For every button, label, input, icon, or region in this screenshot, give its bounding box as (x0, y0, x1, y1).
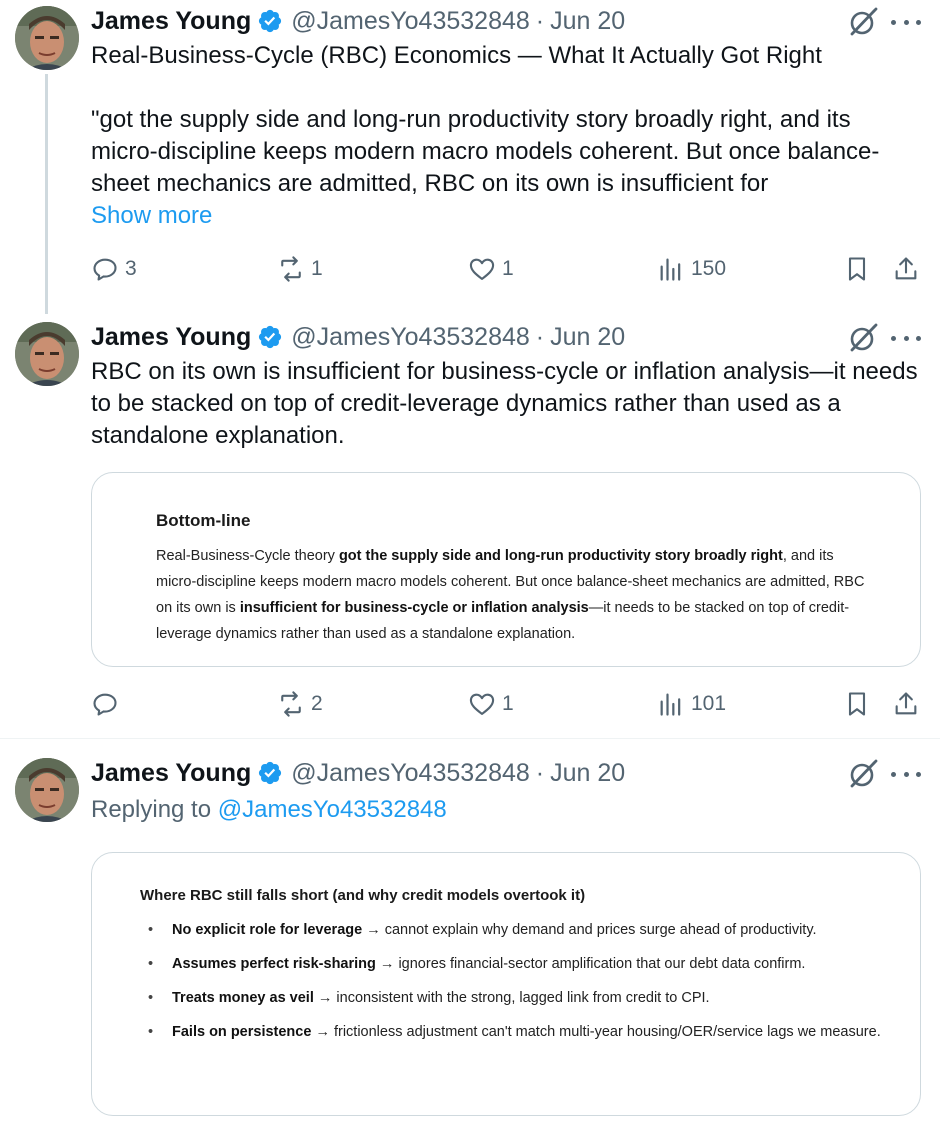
grok-icon[interactable] (847, 6, 879, 38)
share-button[interactable] (892, 688, 920, 720)
tweet-text-title: Real-Business-Cycle (RBC) Economics — Wh… (91, 42, 822, 69)
card-paragraph: Real-Business-Cycle theory got the suppl… (156, 543, 876, 647)
tweet-3[interactable]: James Young @JamesYo43532848 · Jun 20 Re… (0, 756, 940, 1130)
repost-button[interactable]: 1 (277, 253, 323, 285)
bullet-text: → inconsistent with the strong, lagged l… (313, 990, 710, 1006)
thread-line (45, 74, 48, 314)
more-options-icon[interactable] (891, 769, 921, 779)
card-bullet-list: No explicit role for leverage → cannot e… (140, 917, 920, 1053)
bullet-heading: Fails on persistence (172, 1024, 312, 1040)
reply-count: 3 (125, 257, 137, 280)
heart-icon (469, 258, 495, 280)
views-icon (660, 258, 681, 281)
card-text-segment-bold: insufficient for business-cycle or infla… (239, 600, 589, 616)
bullet-heading: Treats money as veil (172, 990, 314, 1006)
tweet-date[interactable]: Jun 20 (550, 323, 625, 352)
author-handle[interactable]: @JamesYo43532848 (291, 323, 530, 352)
tweet-header: James Young @JamesYo43532848 · Jun 20 (91, 6, 625, 36)
heart-icon (469, 693, 495, 715)
tweet-actions: 3 1 1 150 (91, 253, 921, 285)
image-card[interactable]: Bottom-line Real-Business-Cycle theory g… (91, 472, 921, 667)
bookmark-icon (848, 692, 866, 716)
separator-dot: · (535, 322, 545, 351)
repost-count: 1 (311, 257, 323, 280)
view-count: 101 (691, 692, 727, 715)
view-count: 150 (691, 257, 727, 280)
bullet-heading: Assumes perfect risk-sharing (172, 956, 376, 972)
image-card[interactable]: Where RBC still falls short (and why cre… (91, 852, 921, 1116)
avatar[interactable] (15, 6, 79, 70)
like-button[interactable]: 1 (468, 253, 514, 285)
avatar[interactable] (15, 758, 79, 822)
bookmark-icon (848, 257, 866, 281)
share-button[interactable] (892, 253, 920, 285)
tweet-header: James Young @JamesYo43532848 · Jun 20 (91, 758, 625, 788)
reply-icon (93, 258, 117, 281)
grok-icon[interactable] (847, 322, 879, 354)
separator-dot: · (535, 758, 545, 787)
views-button[interactable]: 101 (657, 688, 726, 720)
replying-to-handle[interactable]: @JamesYo43532848 (218, 796, 447, 823)
share-icon (895, 692, 917, 715)
list-item: Fails on persistence → frictionless adju… (140, 1019, 920, 1045)
repost-count: 2 (311, 692, 323, 715)
card-title: Where RBC still falls short (and why cre… (140, 887, 586, 904)
tweet-1[interactable]: James Young @JamesYo43532848 · Jun 20 Re… (0, 0, 940, 314)
grok-icon[interactable] (847, 758, 879, 790)
avatar[interactable] (15, 322, 79, 386)
more-options-icon[interactable] (891, 17, 921, 27)
author-name[interactable]: James Young (91, 7, 251, 36)
views-button[interactable]: 150 (657, 253, 726, 285)
tweet-date[interactable]: Jun 20 (550, 759, 625, 788)
tweet-text: RBC on its own is insufficient for busin… (91, 358, 918, 449)
repost-icon (281, 256, 301, 282)
replying-to: Replying to @JamesYo43532848 (91, 796, 447, 824)
bookmark-button[interactable] (843, 688, 871, 720)
show-more-link[interactable]: Show more (91, 202, 212, 230)
list-item: Treats money as veil → inconsistent with… (140, 985, 920, 1011)
list-item: No explicit role for leverage → cannot e… (140, 917, 920, 943)
tweet-text-body: "got the supply side and long-run produc… (91, 106, 880, 197)
verified-badge-icon (257, 324, 283, 350)
author-name[interactable]: James Young (91, 323, 251, 352)
list-item: Assumes perfect risk-sharing → ignores f… (140, 951, 920, 977)
tweet-header: James Young @JamesYo43532848 · Jun 20 (91, 322, 625, 352)
verified-badge-icon (257, 760, 283, 786)
tweet-divider (0, 738, 940, 739)
bullet-heading: No explicit role for leverage (172, 922, 363, 938)
reply-icon (93, 693, 117, 716)
author-name[interactable]: James Young (91, 759, 251, 788)
bookmark-button[interactable] (843, 253, 871, 285)
card-text-segment-bold: got the supply side and long-run product… (338, 548, 783, 564)
views-icon (660, 693, 681, 716)
bullet-text: → cannot explain why demand and prices s… (362, 922, 817, 938)
tweet-date[interactable]: Jun 20 (550, 7, 625, 36)
card-title: Bottom-line (156, 511, 251, 530)
replying-to-label: Replying to (91, 796, 212, 823)
like-count: 1 (502, 257, 514, 280)
author-handle[interactable]: @JamesYo43532848 (291, 759, 530, 788)
like-button[interactable]: 1 (468, 688, 514, 720)
card-text-segment: Real-Business-Cycle theory (156, 548, 339, 564)
reply-button[interactable] (91, 688, 125, 720)
bullet-text: → ignores financial-sector amplification… (375, 956, 806, 972)
tweet-2[interactable]: James Young @JamesYo43532848 · Jun 20 RB… (0, 320, 940, 730)
reply-button[interactable]: 3 (91, 253, 137, 285)
author-handle[interactable]: @JamesYo43532848 (291, 7, 530, 36)
share-icon (895, 257, 917, 280)
verified-badge-icon (257, 8, 283, 34)
like-count: 1 (502, 692, 514, 715)
separator-dot: · (535, 6, 545, 35)
repost-icon (281, 691, 301, 717)
repost-button[interactable]: 2 (277, 688, 323, 720)
bullet-text: → frictionless adjustment can't match mu… (311, 1024, 881, 1040)
tweet-actions: 2 1 101 (91, 688, 921, 720)
more-options-icon[interactable] (891, 333, 921, 343)
